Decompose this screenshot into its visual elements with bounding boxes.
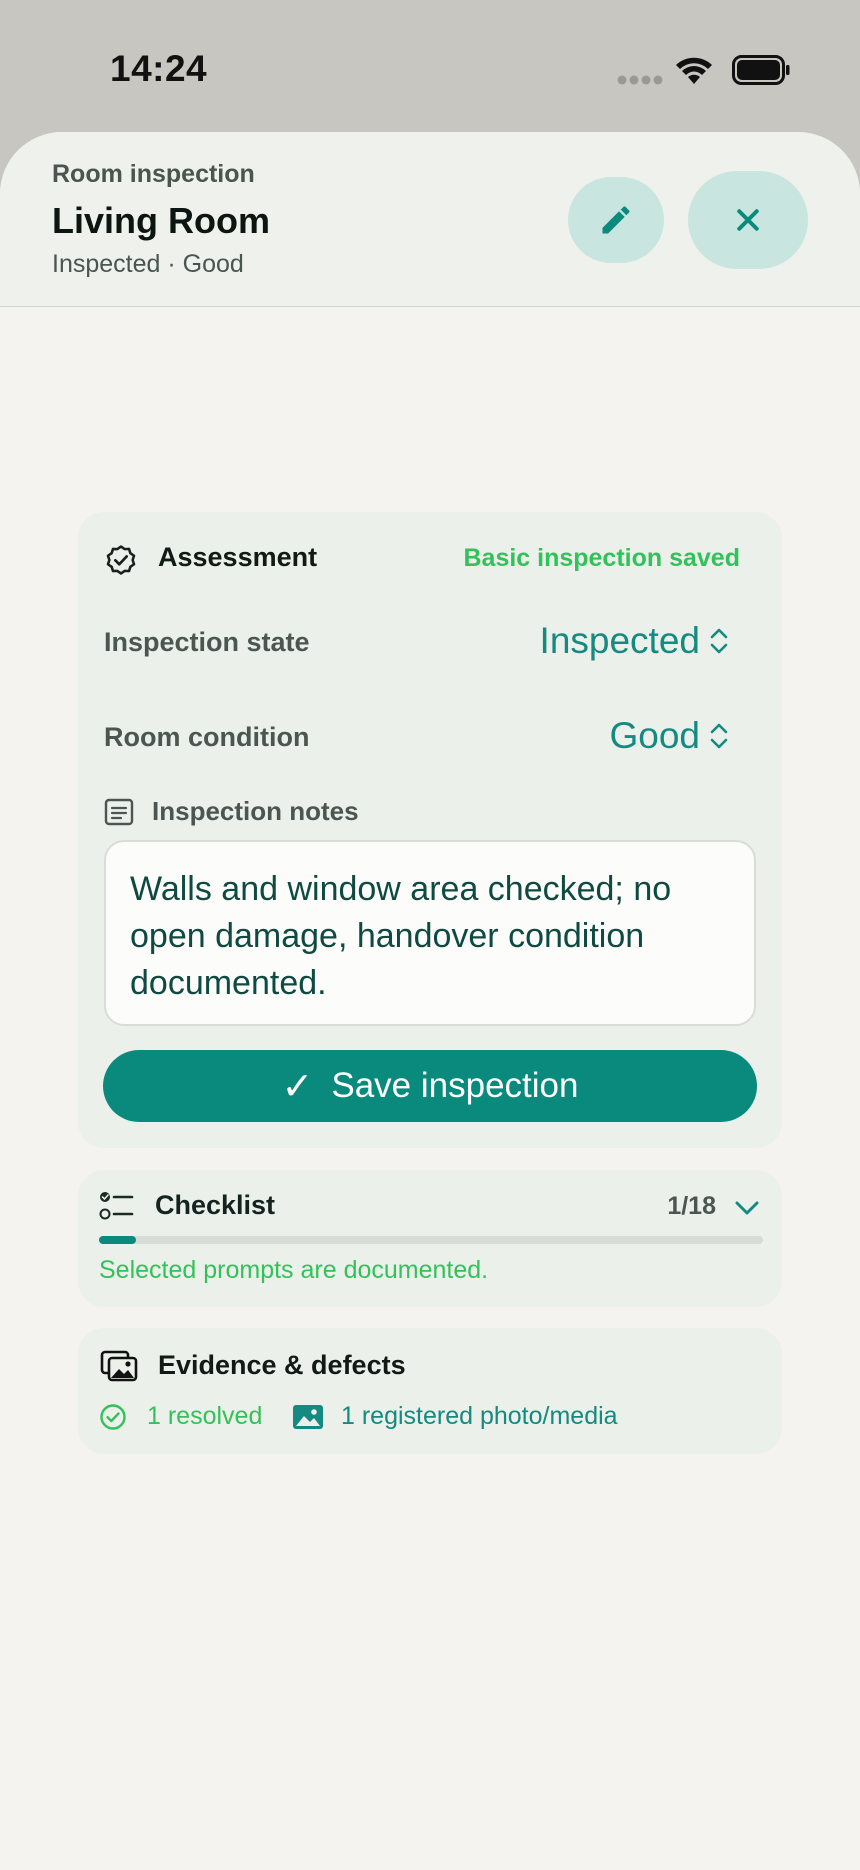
inspection-state-picker[interactable]: Inspected (540, 620, 730, 662)
assessment-card: Assessment Basic inspection saved Inspec… (78, 512, 782, 1148)
save-inspection-button[interactable]: ✓ Save inspection (103, 1050, 757, 1122)
edit-button[interactable] (568, 177, 664, 263)
battery-icon (732, 55, 790, 85)
assessment-title: Assessment (158, 542, 318, 572)
close-button[interactable] (688, 171, 808, 269)
room-condition-value: Good (609, 715, 700, 756)
chevron-down-icon[interactable] (734, 1199, 760, 1217)
chevron-up-down-icon (710, 723, 728, 749)
close-icon (737, 209, 759, 231)
sheet-header: Room inspection Living Room Inspected · … (0, 132, 860, 307)
evidence-title: Evidence & defects (158, 1350, 406, 1380)
inspection-sheet: Room inspection Living Room Inspected · … (0, 132, 860, 1870)
verified-badge-icon (106, 545, 136, 575)
checkmark-icon: ✓ (281, 1065, 314, 1108)
inspection-notes-field[interactable]: Walls and window area checked; no open d… (104, 840, 756, 1026)
check-circle-icon (100, 1404, 126, 1430)
save-status-text: Basic inspection saved (463, 544, 740, 572)
checklist-icon (99, 1192, 134, 1220)
checklist-title: Checklist (155, 1190, 276, 1220)
chevron-up-down-icon (710, 628, 728, 654)
inspection-state-value: Inspected (539, 620, 700, 661)
pencil-icon (602, 206, 630, 234)
notes-label: Inspection notes (152, 796, 359, 826)
room-condition-picker[interactable]: Good (609, 715, 730, 757)
notes-icon (104, 798, 134, 826)
media-count: 1 registered photo/media (341, 1402, 618, 1430)
cellular-signal-icon (617, 75, 663, 85)
checklist-progress-bar (99, 1236, 763, 1244)
evidence-card[interactable]: Evidence & defects 1 resolved 1 register… (78, 1328, 782, 1454)
sheet-kicker: Room inspection (52, 160, 255, 188)
checklist-progress-fill (99, 1236, 136, 1244)
checklist-card[interactable]: Checklist 1/18 Selected prompts are docu… (78, 1170, 782, 1307)
sheet-subtitle: Inspected · Good (52, 250, 244, 278)
status-time: 14:24 (110, 48, 208, 89)
room-condition-label: Room condition (104, 722, 310, 752)
save-inspection-label: Save inspection (331, 1066, 579, 1105)
resolved-count: 1 resolved (147, 1402, 263, 1430)
page-title: Living Room (52, 200, 270, 241)
checklist-count: 1/18 (667, 1192, 716, 1220)
wifi-icon (676, 57, 712, 84)
photo-icon (293, 1405, 323, 1429)
photo-stack-icon (100, 1350, 138, 1382)
inspection-state-label: Inspection state (104, 627, 310, 657)
checklist-note: Selected prompts are documented. (99, 1256, 489, 1284)
